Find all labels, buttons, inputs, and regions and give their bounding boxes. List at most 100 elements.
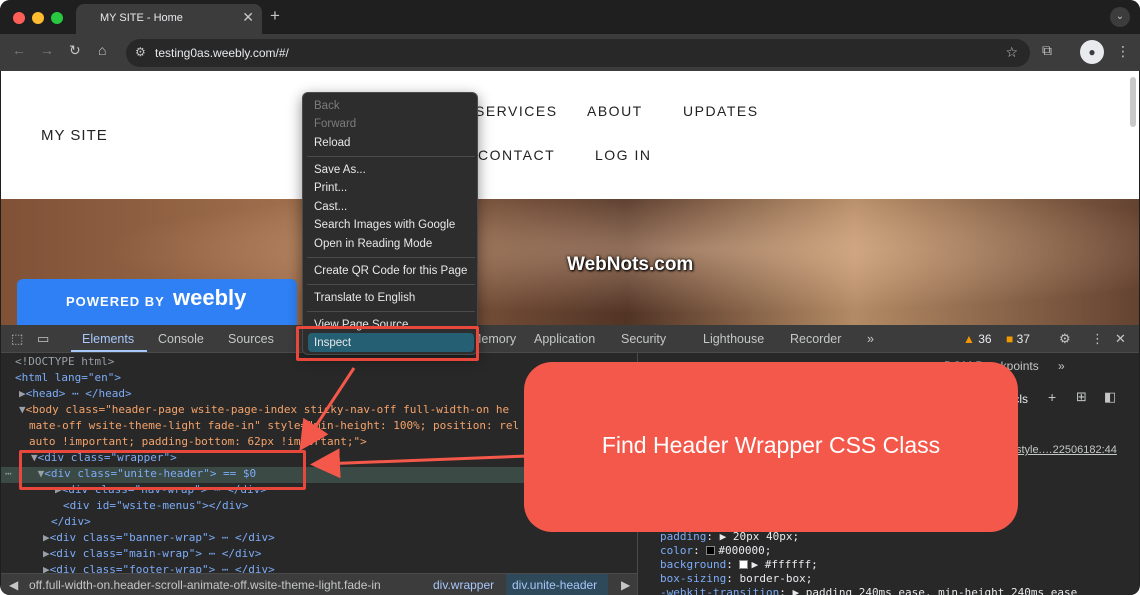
menu-item-cast[interactable]: Cast... xyxy=(314,201,347,213)
menu-separator xyxy=(307,284,475,285)
devtools-tab-bar: ⬚ ▭ Elements Console Sources Memory Appl… xyxy=(1,325,1139,353)
tab-close-icon[interactable]: ✕ xyxy=(242,9,254,26)
device-toolbar-icon[interactable]: ▭ xyxy=(37,331,49,347)
menu-item-qr-code[interactable]: Create QR Code for this Page xyxy=(314,265,467,277)
bookmark-star-icon[interactable]: ☆ xyxy=(1005,44,1018,61)
maximize-window-button[interactable] xyxy=(51,12,63,24)
tab-application[interactable]: Application xyxy=(534,332,595,346)
style-prop-background[interactable]: background: ▶ #ffffff; xyxy=(660,558,818,571)
tab-recorder[interactable]: Recorder xyxy=(790,332,841,346)
dom-banner-wrap[interactable]: ▶<div class="banner-wrap"> ⋯ </div> xyxy=(43,531,275,547)
breadcrumb: ◀ off.full-width-on.header-scroll-animat… xyxy=(1,573,637,595)
watermark: WebNots.com xyxy=(567,254,694,275)
site-info-icon[interactable]: ⚙ xyxy=(135,45,146,59)
tab-lighthouse[interactable]: Lighthouse xyxy=(703,332,764,346)
menu-separator xyxy=(307,311,475,312)
unite-header-highlight-box xyxy=(19,450,306,490)
tab-elements[interactable]: Elements xyxy=(82,332,134,346)
color-swatch[interactable] xyxy=(706,546,716,555)
dom-close-div[interactable]: </div> xyxy=(51,515,91,531)
style-source-link[interactable]: style.…22506182:44 xyxy=(1016,444,1117,456)
address-bar[interactable]: ⚙ testing0as.weebly.com/#/ ☆ xyxy=(126,39,1030,67)
minimize-window-button[interactable] xyxy=(32,12,44,24)
forward-button[interactable]: → xyxy=(40,42,54,58)
nav-about[interactable]: ABOUT xyxy=(587,103,643,119)
settings-gear-icon[interactable]: ⚙ xyxy=(1059,331,1071,347)
home-button[interactable]: ⌂ xyxy=(98,42,106,58)
hero-banner-image: WebNots.com POWERED BY weebly xyxy=(1,199,1139,325)
tab-sources[interactable]: Sources xyxy=(228,332,274,346)
style-prop-transition[interactable]: -webkit-transition: ▶ padding 240ms ease… xyxy=(660,586,1077,595)
dom-body-line-1[interactable]: ▼<body class="header-page wsite-page-ind… xyxy=(19,403,509,419)
powered-by-label: POWERED BY xyxy=(66,294,165,309)
tab-title: MY SITE - Home xyxy=(100,12,183,24)
close-devtools-icon[interactable]: ✕ xyxy=(1115,331,1126,347)
dom-wsite-menus[interactable]: <div id="wsite-menus"></div> xyxy=(63,499,248,515)
style-prop-color[interactable]: color: #000000; xyxy=(660,544,771,557)
active-tab-indicator xyxy=(71,350,147,352)
url-text[interactable]: testing0as.weebly.com/#/ xyxy=(155,46,289,60)
dom-body-line-3[interactable]: auto !important; padding-bottom: 62px !i… xyxy=(29,435,367,451)
browser-window: MY SITE - Home ✕ + ⌄ ← → ↻ ⌂ ⚙ testing0a… xyxy=(0,0,1140,595)
dom-body-line-2[interactable]: mate-off wsite-theme-light fade-in" styl… xyxy=(29,419,519,435)
warnings-value: 36 xyxy=(978,332,992,346)
menu-item-translate[interactable]: Translate to English xyxy=(314,292,415,304)
browser-menu-icon[interactable]: ⋮ xyxy=(1116,43,1130,60)
warning-icon: ▲ xyxy=(963,332,975,346)
tab-console[interactable]: Console xyxy=(158,332,204,346)
tab-search-icon[interactable]: ⌄ xyxy=(1110,7,1130,27)
devtools-menu-icon[interactable]: ⋮ xyxy=(1091,331,1104,347)
nav-updates[interactable]: UPDATES xyxy=(683,103,759,119)
browser-toolbar: ← → ↻ ⌂ ⚙ testing0as.weebly.com/#/ ☆ ⧉ ●… xyxy=(0,34,1140,71)
nav-services[interactable]: SERVICES xyxy=(475,103,558,119)
reload-button[interactable]: ↻ xyxy=(69,42,81,59)
breadcrumb-scroll-left-icon[interactable]: ◀ xyxy=(9,578,18,592)
menu-item-print[interactable]: Print... xyxy=(314,182,347,194)
styles-more-icon[interactable]: » xyxy=(1058,359,1065,373)
element-state-icon[interactable]: ⊞ xyxy=(1076,389,1087,405)
extensions-icon[interactable]: ⧉ xyxy=(1042,42,1052,59)
dom-footer-wrap[interactable]: ▶<div class="footer-wrap"> ⋯ </div> xyxy=(43,563,275,573)
breadcrumb-unite-header[interactable]: div.unite-header xyxy=(512,578,597,592)
more-tabs-icon[interactable]: » xyxy=(867,332,874,346)
site-title[interactable]: MY SITE xyxy=(41,127,108,144)
dom-main-wrap[interactable]: ▶<div class="main-wrap"> ⋯ </div> xyxy=(43,547,262,563)
inspect-highlight-box xyxy=(296,326,479,361)
weebly-logo: weebly xyxy=(173,285,247,310)
menu-item-search-images[interactable]: Search Images with Google xyxy=(314,219,455,231)
powered-by-weebly-badge[interactable]: POWERED BY weebly xyxy=(17,279,297,325)
menu-separator xyxy=(307,257,475,258)
profile-avatar[interactable]: ● xyxy=(1080,40,1104,64)
annotation-callout: Find Header Wrapper CSS Class xyxy=(524,362,1018,532)
tab-security[interactable]: Security xyxy=(621,332,666,346)
breadcrumb-scroll-right-icon[interactable]: ▶ xyxy=(621,578,630,592)
dom-html[interactable]: <html lang="en"> xyxy=(15,371,121,387)
issue-icon: ■ xyxy=(1006,332,1014,346)
back-button[interactable]: ← xyxy=(12,42,26,58)
page-scrollbar[interactable] xyxy=(1130,77,1136,127)
computed-sidebar-icon[interactable]: ◧ xyxy=(1104,389,1116,405)
menu-item-save-as[interactable]: Save As... xyxy=(314,164,366,176)
dom-head[interactable]: ▶<head> ⋯ </head> xyxy=(19,387,132,403)
new-style-rule-icon[interactable]: + xyxy=(1048,389,1056,405)
nav-contact[interactable]: CONTACT xyxy=(478,147,555,163)
menu-item-reading-mode[interactable]: Open in Reading Mode xyxy=(314,238,432,250)
breadcrumb-body[interactable]: off.full-width-on.header-scroll-animate-… xyxy=(29,578,381,592)
new-tab-button[interactable]: + xyxy=(270,6,280,26)
issues-value: 37 xyxy=(1016,332,1030,346)
warnings-count[interactable]: ▲ 36 xyxy=(963,332,992,346)
tab-bar: MY SITE - Home ✕ + ⌄ xyxy=(0,0,1140,34)
issues-count[interactable]: ■ 37 xyxy=(1006,332,1030,346)
style-prop-box-sizing[interactable]: box-sizing: border-box; xyxy=(660,572,812,585)
close-window-button[interactable] xyxy=(13,12,25,24)
menu-item-reload[interactable]: Reload xyxy=(314,137,350,149)
callout-text: Find Header Wrapper CSS Class xyxy=(601,432,941,458)
dom-doctype[interactable]: <!DOCTYPE html> xyxy=(15,355,114,371)
browser-tab[interactable]: MY SITE - Home ✕ xyxy=(76,4,262,34)
menu-item-back: Back xyxy=(314,100,340,112)
background-swatch[interactable] xyxy=(739,560,749,569)
breadcrumb-wrapper[interactable]: div.wrapper xyxy=(433,578,494,592)
inspect-element-icon[interactable]: ⬚ xyxy=(11,331,23,347)
context-menu: Back Forward Reload Save As... Print... … xyxy=(302,92,478,355)
nav-login[interactable]: LOG IN xyxy=(595,147,651,163)
